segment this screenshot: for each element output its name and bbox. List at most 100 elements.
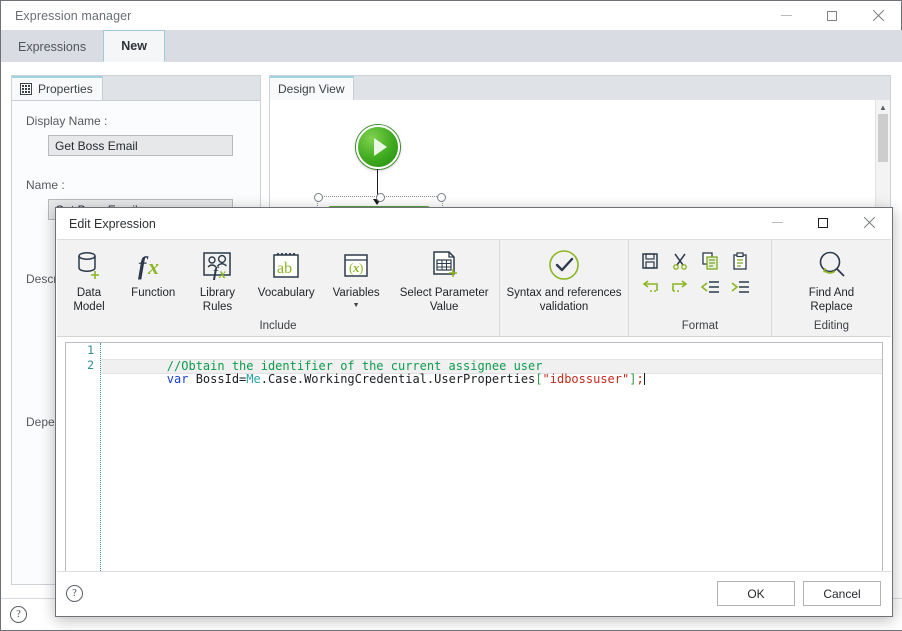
find-and-replace-label-line1: Find And [808, 287, 855, 299]
help-icon[interactable]: ? [66, 585, 83, 602]
decrease-indent-button[interactable] [695, 274, 725, 300]
select-parameter-value-label-line1: Select Parameter [399, 287, 489, 299]
data-model-label-line2: Model [73, 301, 105, 313]
increase-indent-button[interactable] [725, 274, 755, 300]
library-rules-label-line1: Library [199, 287, 236, 299]
display-name-label: Display Name : [26, 114, 108, 128]
minimize-button[interactable] [763, 1, 809, 30]
help-icon[interactable]: ? [10, 606, 27, 623]
library-rules-label-line2: Rules [202, 301, 233, 313]
properties-grid-icon [20, 83, 32, 95]
library-rules-button[interactable]: f x Library Rules [185, 248, 249, 314]
main-titlebar: Expression manager [1, 1, 901, 30]
tab-properties[interactable]: Properties [12, 76, 103, 100]
cut-button[interactable] [665, 248, 695, 274]
data-model-button[interactable]: Data Model [57, 248, 121, 314]
properties-tabstrip: Properties [12, 76, 260, 101]
tab-properties-label: Properties [38, 82, 93, 96]
syntax-validation-label-line2: validation [539, 301, 589, 313]
dialog-titlebar: Edit Expression [56, 208, 892, 239]
editor-code-area[interactable]: //Obtain the identifier of the current a… [101, 343, 882, 589]
function-icon: f x [136, 248, 170, 282]
ribbon-group-editing-label: Editing [813, 320, 850, 332]
decrease-indent-icon [700, 281, 719, 293]
ribbon-group-format-label: Format [681, 320, 719, 332]
syntax-validation-icon [547, 248, 581, 282]
editor-gutter: 1 2 [66, 343, 101, 589]
tab-expressions[interactable]: Expressions [1, 31, 103, 62]
dialog-close-button[interactable] [846, 208, 892, 237]
ribbon-group-validation: Syntax and references validation [499, 240, 628, 336]
code-token-keyword: var [166, 372, 189, 386]
ribbon-group-format-items [629, 240, 771, 300]
code-line-1: //Obtain the identifier of the current a… [101, 344, 882, 373]
dialog-footer: ? OK Cancel [57, 571, 891, 615]
close-icon [863, 216, 876, 229]
close-icon [872, 9, 885, 22]
dialog-minimize-button[interactable] [754, 208, 800, 237]
vocabulary-button[interactable]: ab Vocabulary [249, 248, 323, 301]
find-and-replace-label-line2: Replace [810, 301, 853, 313]
select-parameter-value-button[interactable]: Select Parameter Value [389, 248, 499, 314]
ribbon-group-include-label: Include [259, 320, 297, 332]
dialog-footer-buttons: OK Cancel [709, 581, 881, 606]
vocabulary-icon: ab [270, 248, 302, 282]
ok-button[interactable]: OK [717, 581, 795, 606]
dialog-title: Edit Expression [69, 216, 156, 231]
dialog-window-controls [754, 208, 892, 237]
edit-expression-dialog: Edit Expression Data Model f x Function … [55, 207, 893, 617]
tab-design-view[interactable]: Design View [270, 76, 355, 100]
maximize-icon [818, 217, 828, 228]
function-button[interactable]: f x Function [121, 248, 185, 301]
svg-text:): ) [359, 260, 363, 275]
main-tabstrip: Expressions New [1, 30, 902, 63]
redo-button[interactable] [665, 274, 695, 300]
undo-button[interactable] [635, 274, 665, 300]
undo-icon [642, 280, 658, 292]
ribbon-group-format: Format [628, 240, 771, 336]
code-token-string: "idbossuser" [542, 372, 630, 386]
dialog-ribbon: Data Model f x Function f x Library Rule… [57, 239, 891, 337]
variables-icon: ( x ) [340, 248, 372, 282]
minimize-icon [780, 15, 792, 16]
ribbon-group-include: Data Model f x Function f x Library Rule… [57, 240, 499, 336]
ribbon-group-include-items: Data Model f x Function f x Library Rule… [57, 240, 499, 314]
find-and-replace-icon [816, 248, 848, 282]
design-tabstrip: Design View [270, 76, 890, 101]
copy-button[interactable] [695, 248, 725, 274]
scrollbar-thumb[interactable] [878, 114, 888, 162]
syntax-validation-button[interactable]: Syntax and references validation [500, 248, 628, 314]
syntax-validation-label-line1: Syntax and references [506, 287, 622, 299]
select-parameter-value-icon [428, 248, 460, 282]
find-and-replace-button[interactable]: Find And Replace [790, 248, 874, 314]
line-number: 1 [87, 343, 94, 357]
chevron-down-icon[interactable]: ▼ [353, 302, 360, 309]
svg-text:ab: ab [277, 260, 292, 277]
tab-new[interactable]: New [103, 30, 166, 62]
start-node[interactable] [356, 125, 400, 169]
display-name-input[interactable]: Get Boss Email [48, 135, 233, 156]
help-icon-label: ? [16, 609, 21, 620]
cancel-button[interactable]: Cancel [803, 581, 881, 606]
main-window-title: Expression manager [15, 8, 132, 23]
tab-new-label: New [121, 39, 147, 53]
save-button[interactable] [635, 248, 665, 274]
tab-design-view-label: Design View [278, 82, 345, 96]
svg-text:x: x [218, 267, 226, 281]
close-button[interactable] [855, 1, 901, 30]
dialog-maximize-button[interactable] [800, 208, 846, 237]
data-model-label-line1: Data [76, 287, 102, 299]
maximize-icon [827, 10, 837, 21]
tab-expressions-label: Expressions [18, 39, 87, 54]
svg-text:x: x [147, 254, 159, 279]
name-label: Name : [26, 178, 65, 192]
copy-icon [702, 252, 718, 270]
scroll-up-icon[interactable]: ▲ [876, 100, 890, 114]
paste-button[interactable] [725, 248, 755, 274]
code-token-type: Me [246, 372, 261, 386]
expression-code-editor[interactable]: 1 2 //Obtain the identifier of the curre… [65, 342, 883, 590]
text-caret [643, 373, 645, 385]
variables-button[interactable]: ( x ) Variables ▼ [323, 248, 389, 309]
code-token-members: .Case.WorkingCredential.UserProperties [260, 372, 536, 386]
maximize-button[interactable] [809, 1, 855, 30]
